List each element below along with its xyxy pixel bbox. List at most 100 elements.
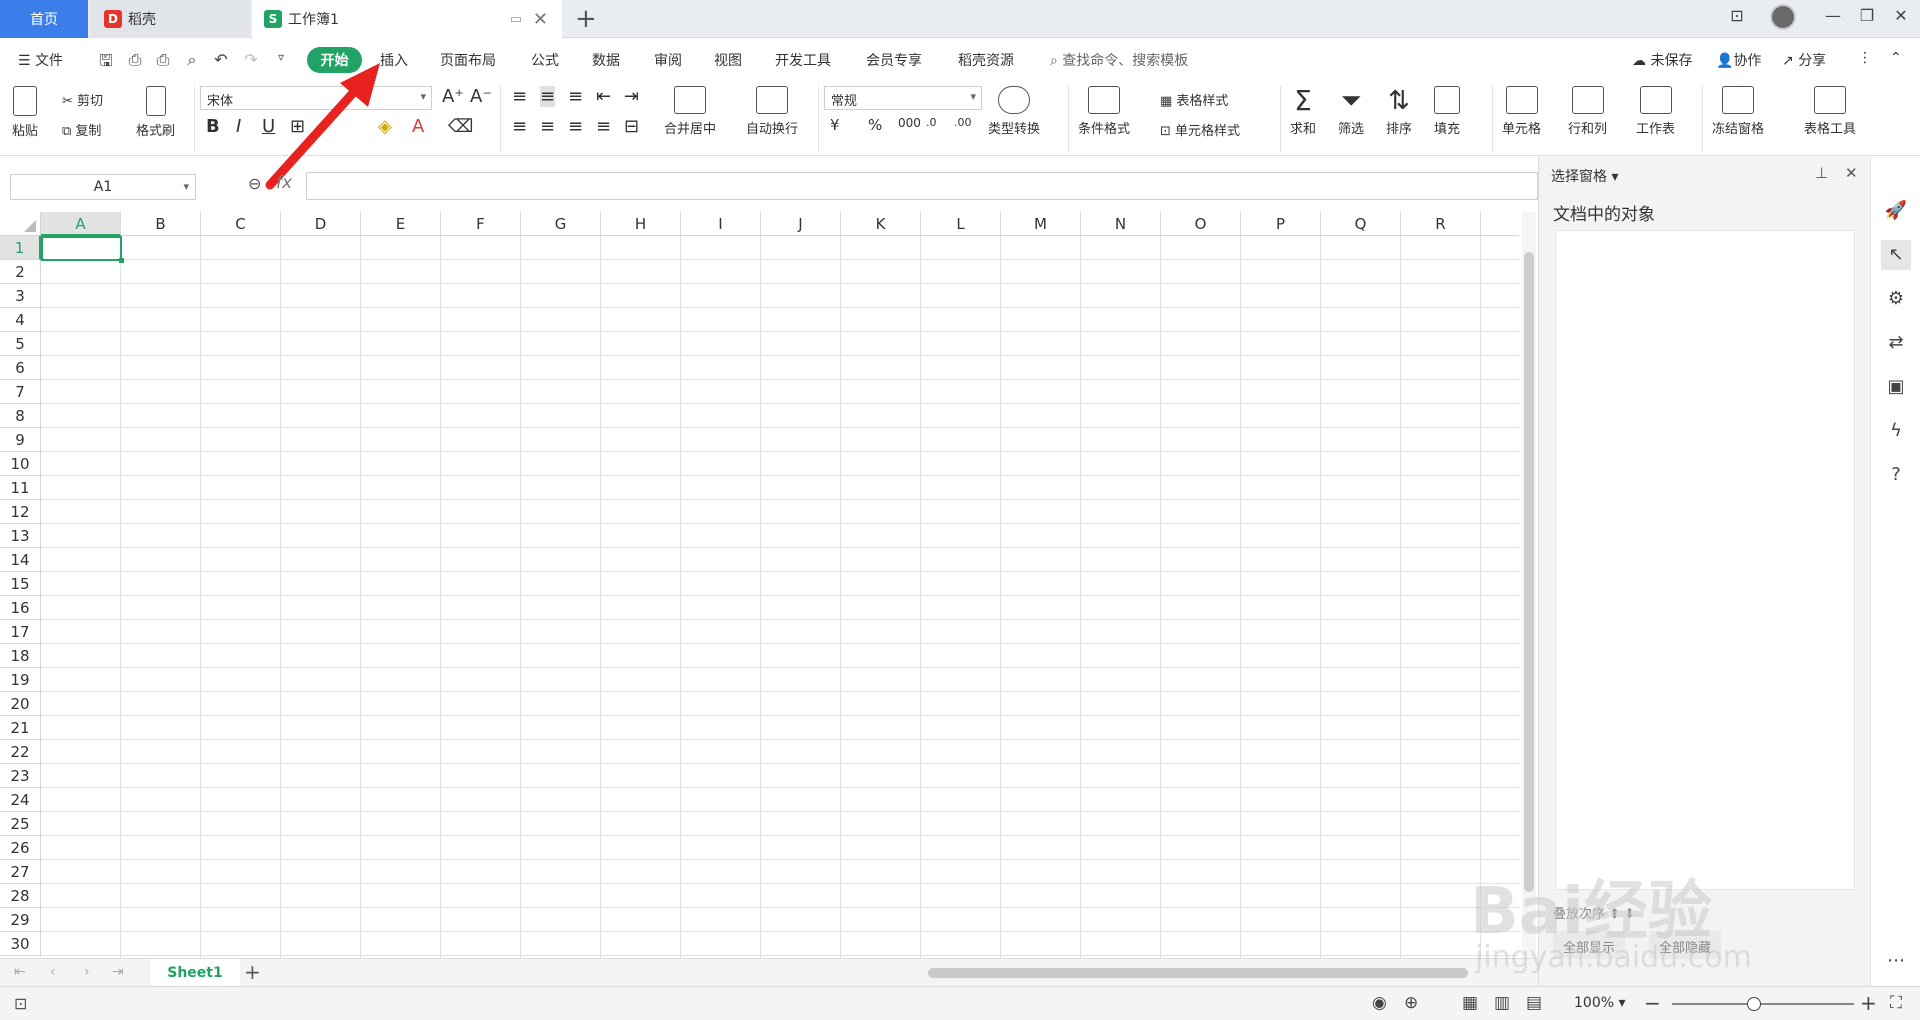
row-header[interactable]: 20 (0, 692, 41, 716)
column-header[interactable]: J (761, 212, 841, 236)
tab-docer[interactable]: D 稻壳 (90, 0, 250, 38)
page-break-view-icon[interactable]: ▤ (1526, 993, 1542, 1013)
row-header[interactable]: 29 (0, 908, 41, 932)
sort-button[interactable]: ⇅ 排序 (1386, 86, 1412, 137)
save-icon[interactable]: 🖫 (95, 50, 117, 77)
fx-icon[interactable]: fx (276, 173, 292, 193)
page-layout-view-icon[interactable]: ▥ (1494, 993, 1510, 1013)
cell-area[interactable] (41, 236, 1519, 958)
collapse-ribbon-icon[interactable]: ⌃ (1890, 50, 1902, 66)
paste-button[interactable]: 粘贴 (12, 86, 38, 139)
column-header[interactable]: L (921, 212, 1001, 236)
increase-indent-icon[interactable]: ⇥ (624, 86, 639, 107)
more-icon[interactable]: ⋮ (1858, 50, 1872, 66)
tab-view[interactable]: 视图 (714, 50, 742, 70)
column-header[interactable]: B (121, 212, 201, 236)
column-header[interactable]: I (681, 212, 761, 236)
row-header[interactable]: 22 (0, 740, 41, 764)
decrease-font-icon[interactable]: A⁻ (470, 86, 492, 107)
row-header[interactable]: 9 (0, 428, 41, 452)
tab-page-layout[interactable]: 页面布局 (440, 50, 496, 70)
fullscreen-icon[interactable]: ⛶ (1890, 993, 1902, 1013)
column-header[interactable]: R (1401, 212, 1481, 236)
font-color-icon[interactable]: A (412, 116, 424, 137)
tab-workbook[interactable]: S 工作簿1 ▭ ✕ (252, 0, 562, 38)
sheet-tab-sheet1[interactable]: Sheet1 (150, 959, 240, 987)
pin-icon[interactable]: ⊥ (1815, 164, 1828, 182)
type-convert-button[interactable]: 类型转换 (988, 86, 1040, 137)
column-header[interactable]: D (281, 212, 361, 236)
object-list[interactable] (1555, 230, 1855, 890)
tab-docer-resources[interactable]: 稻壳资源 (958, 50, 1014, 70)
conditional-format-button[interactable]: 条件格式 (1078, 86, 1130, 137)
worksheet-button[interactable]: 工作表 (1636, 86, 1675, 137)
row-header[interactable]: 17 (0, 620, 41, 644)
column-header[interactable]: F (441, 212, 521, 236)
name-box[interactable]: A1 (10, 174, 196, 200)
column-header[interactable]: M (1001, 212, 1081, 236)
row-header[interactable]: 21 (0, 716, 41, 740)
help-icon[interactable]: ? (1881, 460, 1911, 490)
decrease-indent-icon[interactable]: ⇤ (596, 86, 611, 107)
close-tab-icon[interactable]: ✕ (533, 9, 548, 30)
distributed-icon[interactable]: ⊟ (624, 116, 639, 137)
formula-input[interactable] (306, 172, 1538, 200)
row-header[interactable]: 30 (0, 932, 41, 956)
cell-button[interactable]: 单元格 (1502, 86, 1541, 137)
close-pane-icon[interactable]: ✕ (1845, 164, 1858, 182)
vertical-scroll-thumb[interactable] (1524, 252, 1534, 892)
row-header[interactable]: 1 (0, 236, 41, 260)
image-edit-icon[interactable]: ▣ (1881, 372, 1911, 402)
row-header[interactable]: 8 (0, 404, 41, 428)
tab-home[interactable]: 首页 (0, 0, 88, 38)
row-header[interactable]: 16 (0, 596, 41, 620)
first-sheet-icon[interactable]: ⇤ (14, 964, 26, 980)
row-header[interactable]: 18 (0, 644, 41, 668)
zoom-slider[interactable] (1672, 1003, 1854, 1005)
new-tab-button[interactable]: + (575, 4, 597, 34)
file-menu[interactable]: ☰ 文件 (18, 50, 63, 70)
active-cell[interactable] (41, 236, 124, 263)
row-header[interactable]: 25 (0, 812, 41, 836)
zoom-level[interactable]: 100% ▾ (1574, 995, 1626, 1011)
tab-data[interactable]: 数据 (592, 50, 620, 70)
command-search[interactable]: ⌕ 查找命令、搜索模板 (1050, 50, 1188, 70)
align-bottom-icon[interactable]: ≡ (568, 86, 583, 107)
lightning-icon[interactable]: ϟ (1881, 416, 1911, 446)
percent-icon[interactable]: % (868, 116, 882, 134)
thousands-icon[interactable]: 000 (898, 116, 921, 130)
restore-icon[interactable]: ❐ (1852, 6, 1882, 25)
window-count-icon[interactable]: ⊡ (1722, 6, 1752, 25)
prev-sheet-icon[interactable]: ‹ (50, 964, 56, 980)
copy-button[interactable]: ⧉ 复制 (62, 120, 101, 139)
avatar[interactable] (1770, 4, 1800, 30)
pane-title[interactable]: 选择窗格 ▾ (1551, 166, 1618, 186)
row-header[interactable]: 24 (0, 788, 41, 812)
tab-review[interactable]: 审阅 (654, 50, 682, 70)
row-header[interactable]: 26 (0, 836, 41, 860)
merge-center-button[interactable]: 合并居中 (664, 86, 716, 137)
vertical-scrollbar[interactable] (1522, 212, 1536, 958)
align-middle-icon[interactable]: ≡ (540, 86, 556, 107)
unsaved-status[interactable]: ☁ 未保存 (1632, 50, 1692, 70)
close-window-icon[interactable]: ✕ (1886, 6, 1916, 25)
zoom-out-icon[interactable]: − (1644, 991, 1661, 1015)
row-header[interactable]: 14 (0, 548, 41, 572)
share-button[interactable]: ↗ 分享 (1782, 50, 1826, 70)
column-header[interactable]: P (1241, 212, 1321, 236)
clear-format-icon[interactable]: ⌫ (448, 116, 473, 137)
tab-member[interactable]: 会员专享 (866, 50, 922, 70)
row-header[interactable]: 13 (0, 524, 41, 548)
row-header[interactable]: 6 (0, 356, 41, 380)
collab-button[interactable]: 👤协作 (1716, 50, 1761, 70)
bold-icon[interactable]: B (206, 116, 220, 137)
column-header[interactable]: E (361, 212, 441, 236)
minimize-icon[interactable]: — (1818, 6, 1848, 25)
macro-icon[interactable]: ⊡ (14, 994, 27, 1013)
rocket-icon[interactable]: 🚀 (1881, 196, 1911, 226)
row-header[interactable]: 3 (0, 284, 41, 308)
last-sheet-icon[interactable]: ⇥ (112, 964, 124, 980)
italic-icon[interactable]: I (236, 116, 241, 137)
horizontal-scroll-thumb[interactable] (928, 968, 1468, 978)
row-header[interactable]: 10 (0, 452, 41, 476)
